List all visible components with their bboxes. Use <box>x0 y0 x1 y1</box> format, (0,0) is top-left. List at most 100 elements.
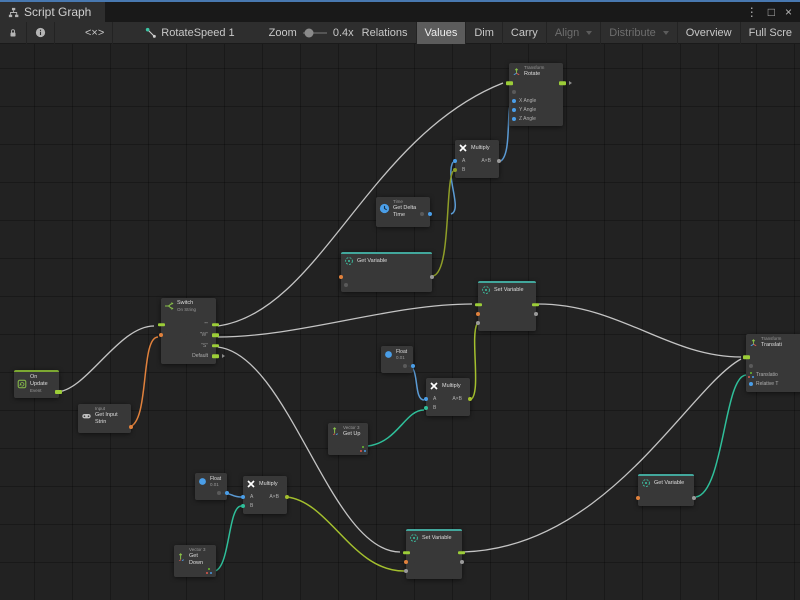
node-set-variable-bottom[interactable]: Set Variable <box>406 529 462 579</box>
a-port[interactable] <box>453 159 457 163</box>
node-get-variable-br[interactable]: Get Variable <box>638 474 694 506</box>
flow-in-port[interactable] <box>158 323 165 327</box>
align-button[interactable]: Align <box>547 22 601 44</box>
overview-label: Overview <box>686 27 732 39</box>
a-port[interactable] <box>424 397 428 401</box>
wire-getdown-to-multiply-bottom <box>215 506 241 571</box>
float-value[interactable]: 0.01 <box>210 482 221 488</box>
flow-row <box>406 548 462 557</box>
fullscreen-button[interactable]: Full Scre <box>741 22 800 44</box>
flow-in-port[interactable] <box>743 355 750 359</box>
variable-name-port[interactable] <box>636 496 640 500</box>
z-angle-port[interactable] <box>512 117 516 121</box>
b-port[interactable] <box>453 168 457 172</box>
zoom-slider-handle[interactable] <box>305 28 314 37</box>
variable-icon <box>344 256 354 266</box>
lock-button[interactable] <box>0 22 27 44</box>
overview-button[interactable]: Overview <box>678 22 741 44</box>
flow-out-port[interactable] <box>532 303 539 307</box>
zoom-to-fit-button[interactable]: <×> <box>77 22 113 44</box>
window-menu-icon[interactable]: ⋮ <box>746 5 758 19</box>
value-out-port[interactable] <box>692 496 696 500</box>
name-row <box>478 309 536 318</box>
float-value[interactable]: 0.01 <box>396 355 407 361</box>
distribute-button[interactable]: Distribute <box>601 22 677 44</box>
tab-script-graph[interactable]: Script Graph <box>0 2 105 22</box>
node-float-bottom[interactable]: Float 0.01 <box>195 473 227 500</box>
node-switch[interactable]: Switch On String "" "W" "S" <box>161 298 216 364</box>
flow-in-port[interactable] <box>475 303 482 307</box>
node-set-variable-mid[interactable]: Set Variable <box>478 281 536 331</box>
value-out-port[interactable] <box>460 560 464 564</box>
node-subtitle: Event <box>30 388 55 394</box>
value-out-port[interactable] <box>534 312 538 316</box>
node-vector3-get-up[interactable]: Vector 3 Get Up <box>328 423 368 455</box>
flow-out-port[interactable] <box>55 390 62 394</box>
close-icon[interactable]: × <box>785 5 792 19</box>
node-vector3-get-down[interactable]: Vector 3 Get Down <box>174 545 216 577</box>
graph-canvas[interactable]: Transform Rotate X Angle <box>0 44 800 600</box>
zoom-slider[interactable] <box>303 32 327 34</box>
result-port[interactable] <box>497 159 501 163</box>
translation-port[interactable] <box>748 372 754 378</box>
node-get-variable-top[interactable]: Get Variable <box>341 252 432 292</box>
flow-out-port[interactable] <box>559 81 566 85</box>
maximize-icon[interactable]: □ <box>768 5 775 19</box>
case-label: "W" <box>200 332 208 338</box>
selector-port[interactable] <box>159 333 163 337</box>
delta-time-out-port[interactable] <box>428 212 432 216</box>
case-out-port[interactable] <box>212 323 219 327</box>
node-get-input-string[interactable]: Input Get Input Strin <box>78 404 131 433</box>
float-out-port[interactable] <box>225 491 229 495</box>
result-port[interactable] <box>468 397 472 401</box>
dim-button[interactable]: Dim <box>466 22 503 44</box>
relative-to-port[interactable] <box>749 382 753 386</box>
result-port[interactable] <box>285 495 289 499</box>
case-out-port[interactable] <box>212 334 219 338</box>
x-angle-port[interactable] <box>512 99 516 103</box>
graph-breadcrumb[interactable]: RotateSpeed 1 <box>137 22 242 44</box>
case-out-port[interactable] <box>212 344 219 348</box>
b-port[interactable] <box>424 406 428 410</box>
gameobject-port[interactable] <box>749 364 753 368</box>
input-string-out-port[interactable] <box>129 425 133 429</box>
flow-in-port[interactable] <box>506 81 513 85</box>
a-label: A <box>250 494 253 500</box>
node-on-update[interactable]: On Update Event <box>14 370 59 398</box>
wires-layer <box>0 44 800 600</box>
y-angle-port[interactable] <box>512 108 516 112</box>
variable-name-port[interactable] <box>404 560 408 564</box>
vector3-out-port[interactable] <box>360 446 366 452</box>
float-out-port[interactable] <box>411 364 415 368</box>
case-row-3: "S" <box>161 341 216 352</box>
default-out-port[interactable] <box>212 355 219 359</box>
node-multiply-mid[interactable]: Multiply A A×B B <box>426 378 470 416</box>
value-in-port[interactable] <box>404 569 408 573</box>
gameobject-port[interactable] <box>512 90 516 94</box>
node-translate[interactable]: Transform Translati Translatio Relative <box>746 334 800 392</box>
node-multiply-bottom[interactable]: Multiply A A×B B <box>243 476 287 514</box>
a-port[interactable] <box>241 495 245 499</box>
value-out-port[interactable] <box>430 275 434 279</box>
node-float-mid[interactable]: Float 0.01 <box>381 346 413 373</box>
flow-out-port[interactable] <box>458 551 465 555</box>
out-label: A×B <box>269 494 279 500</box>
inspect-button[interactable] <box>27 22 55 44</box>
node-multiply-top[interactable]: Multiply A A×B B <box>455 140 499 178</box>
node-rotate[interactable]: Transform Rotate X Angle <box>509 63 563 126</box>
port-label: Relative T <box>756 381 778 387</box>
carry-button[interactable]: Carry <box>503 22 547 44</box>
values-button[interactable]: Values <box>417 22 467 44</box>
variable-name-port[interactable] <box>476 312 480 316</box>
b-port[interactable] <box>241 504 245 508</box>
value-in-port[interactable] <box>476 321 480 325</box>
node-get-delta-time[interactable]: Time Get Delta Time <box>376 197 430 227</box>
vector3-out-port[interactable] <box>206 568 212 574</box>
flow-arrow-icon <box>222 354 225 358</box>
update-loop-icon <box>17 379 27 389</box>
variable-name-port[interactable] <box>339 275 343 279</box>
node-title: Set Variable <box>422 535 452 542</box>
flow-in-port[interactable] <box>403 551 410 555</box>
relations-button[interactable]: Relations <box>354 22 417 44</box>
transform-icon <box>749 338 758 347</box>
